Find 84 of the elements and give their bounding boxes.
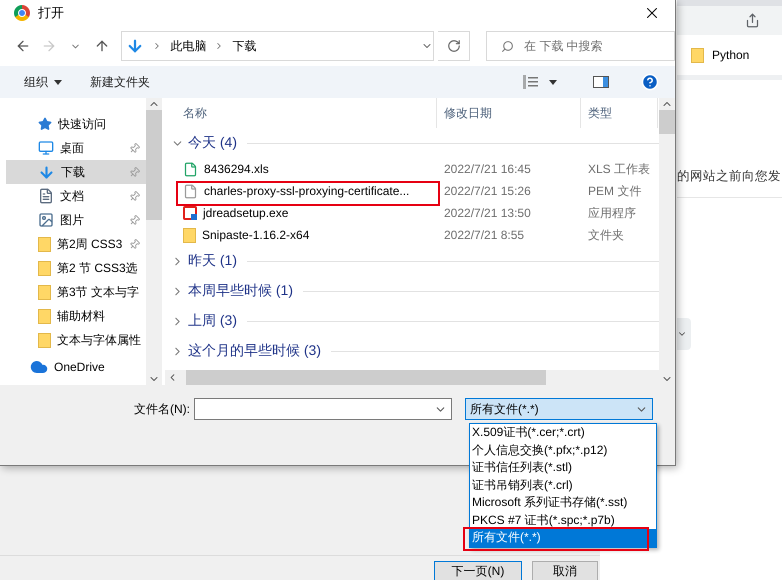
download-icon [38,164,55,180]
sidebar-item[interactable]: 第3节 文本与字 [6,280,146,304]
monitor-icon [38,140,54,156]
sidebar-item[interactable]: OneDrive [6,355,146,379]
modified-date: 2022/7/21 8:55 [443,228,526,242]
bookmark-link[interactable]: Python [712,48,750,62]
search-placeholder: 在 下载 中搜索 [524,38,603,54]
breadcrumb[interactable]: 此电脑 [170,38,206,54]
file-type-option[interactable]: 所有文件(*.*) [470,529,656,546]
application-icon [183,206,197,220]
sidebar-item[interactable]: 文档 [6,184,146,208]
group-header[interactable]: 本周早些时候 (1) [165,276,659,306]
share-icon[interactable] [745,13,760,28]
sidebar-item[interactable]: 下载 [6,160,146,184]
scrollbar[interactable] [659,98,675,385]
modified-date: 2022/7/21 15:26 [443,184,532,198]
folder-icon [183,228,196,242]
folder-icon [38,260,51,276]
column-header[interactable]: 名称 [165,98,437,128]
sidebar-item[interactable]: 文本与字体属性 [6,328,146,352]
sidebar-item[interactable]: 快速访问 [6,112,146,136]
scroll-thumb[interactable] [146,110,162,220]
details-view-icon[interactable] [523,75,559,89]
folder-icon [38,284,51,300]
file-type: XLS 工作表 [587,160,652,178]
preview-pane-icon[interactable] [593,76,609,88]
window-title: 打开 [38,4,65,22]
file-type-option[interactable]: 证书吊销列表(*.crl) [470,476,656,494]
group-header[interactable]: 昨天 (1) [165,246,659,276]
address-bar[interactable]: 此电脑 下载 [121,31,434,61]
sidebar-item[interactable]: 图片 [6,208,146,232]
file-type-option[interactable]: 证书信任列表(*.stl) [470,459,656,476]
scroll-thumb[interactable] [186,370,546,385]
breadcrumb[interactable]: 下载 [232,38,256,54]
sidebar-item[interactable]: 第2 节 CSS3选 [6,256,146,280]
file-type: 文件夹 [587,226,625,244]
scroll-thumb[interactable] [659,110,675,134]
folder-icon [38,236,51,252]
folder-icon [38,332,51,348]
group-header[interactable]: 上周 (3) [165,306,659,336]
dialog-button[interactable]: 下一页(N) [434,561,522,580]
file-name[interactable]: jdreadsetup.exe [165,206,437,220]
file-icon [183,184,198,198]
dialog-button[interactable]: 取消 [532,561,598,580]
refresh-button[interactable] [438,31,470,61]
spreadsheet-icon [183,162,198,176]
sidebar-item[interactable]: 桌面 [6,136,146,160]
circle-logo-icon [14,5,30,21]
refresh-icon[interactable] [446,39,461,53]
file-name-label: 文件名(N): [134,401,190,418]
folder-icon [38,308,51,324]
organize-button[interactable]: 组织 [24,74,62,90]
sidebar-item[interactable]: 第2周 CSS3 [6,232,146,256]
help-icon[interactable] [641,73,659,91]
search-field[interactable]: 在 下载 中搜索 [486,31,676,61]
file-name[interactable]: Snipaste-1.16.2-x64 [165,228,437,242]
file-type-option[interactable]: X.509证书(*.cer;*.crt) [470,424,656,442]
folder-icon [691,48,704,62]
file-name[interactable]: 8436294.xls [165,162,437,176]
file-type-option[interactable]: Microsoft 系列证书存储(*.sst) [470,494,656,512]
download-icon [126,37,144,55]
column-header[interactable]: 类型 [581,98,658,128]
group-header[interactable]: 今天 (4) [165,128,659,158]
group-header[interactable]: 这个月的早些时候 (3) [165,336,659,366]
picture-icon [38,212,54,228]
modified-date: 2022/7/21 13:50 [443,206,532,220]
caret-icon[interactable] [54,80,62,84]
page-text: 的网站之前向您发 [677,168,782,198]
horizontal-scrollbar[interactable] [165,370,659,385]
column-header[interactable]: 修改日期 [437,98,581,128]
file-type-select[interactable]: 所有文件(*.*) [465,398,653,420]
file-type: 应用程序 [587,204,637,222]
new-folder-button[interactable]: 新建文件夹 [90,74,150,90]
file-type: PEM 文件 [587,182,642,200]
sidebar-item[interactable]: 辅助材料 [6,304,146,328]
file-name-field[interactable] [194,398,452,420]
search-icon [501,40,514,52]
star-icon [38,117,52,131]
file-name[interactable]: charles-proxy-ssl-proxying-certificate... [165,184,437,198]
scrollbar[interactable] [146,98,162,385]
document-icon [38,188,54,204]
file-type-option[interactable]: 个人信息交换(*.pfx;*.p12) [470,442,656,459]
cloud-icon [30,358,48,376]
modified-date: 2022/7/21 16:45 [443,162,532,176]
